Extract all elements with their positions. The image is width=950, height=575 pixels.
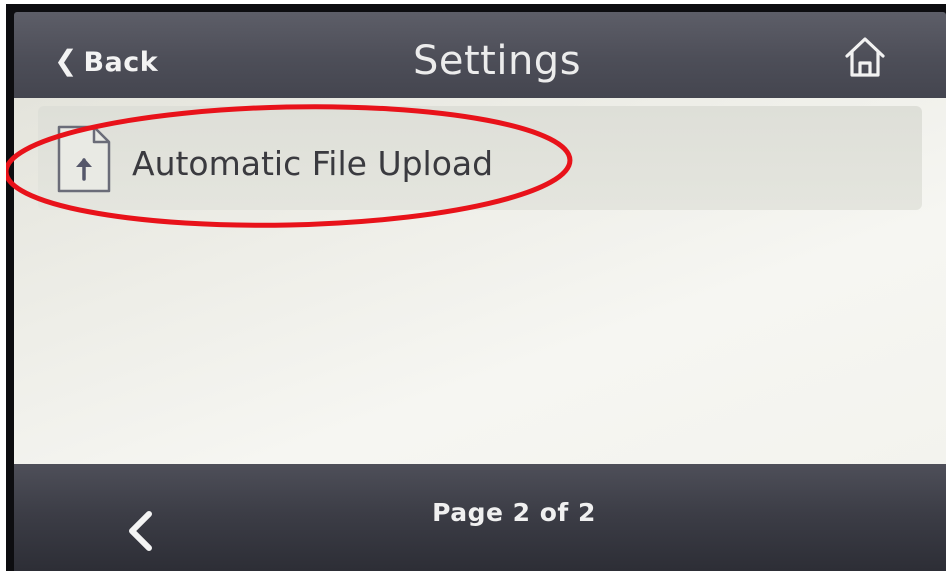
touch-screen: ❮ Back Settings Automatic File Upload Pa… <box>14 12 946 571</box>
home-button[interactable] <box>842 34 888 80</box>
settings-list: Automatic File Upload <box>14 98 946 464</box>
page-title: Settings <box>412 38 582 84</box>
menu-item-label: Automatic File Upload <box>132 144 494 183</box>
menu-item-automatic-file-upload[interactable]: Automatic File Upload <box>38 106 922 210</box>
footer-bar: Page 2 of 2 <box>14 464 946 571</box>
file-upload-icon <box>57 125 111 193</box>
home-icon <box>845 37 885 77</box>
page-indicator: Page 2 of 2 <box>432 498 596 527</box>
device-bezel: ❮ Back Settings Automatic File Upload Pa… <box>6 4 946 571</box>
header-bar: ❮ Back Settings <box>14 12 946 98</box>
